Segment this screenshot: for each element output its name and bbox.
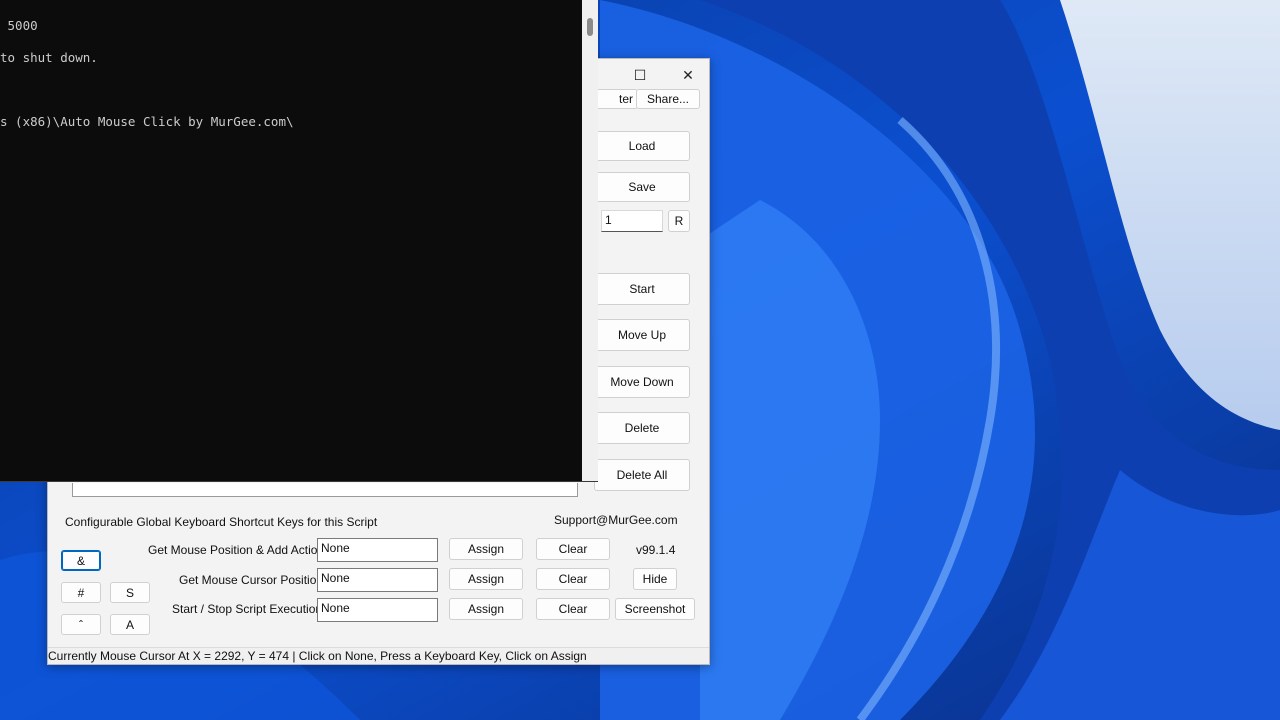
console-line: 5000 bbox=[0, 18, 38, 33]
assign-button[interactable]: Assign bbox=[449, 568, 523, 590]
console-scrollbar-thumb[interactable] bbox=[587, 18, 593, 36]
assign-button[interactable]: Assign bbox=[449, 538, 523, 560]
shortcut-row-label: Start / Stop Script Execution : bbox=[172, 602, 329, 616]
console-window: 5000 to shut down. s (x86)\Auto Mouse Cl… bbox=[0, 0, 598, 482]
s-key-button[interactable]: S bbox=[110, 582, 150, 603]
reset-button[interactable]: R bbox=[668, 210, 690, 232]
shortcut-heading: Configurable Global Keyboard Shortcut Ke… bbox=[65, 515, 378, 529]
support-email-link[interactable]: Support@MurGee.com bbox=[554, 513, 678, 527]
screenshot-button[interactable]: Screenshot bbox=[615, 598, 695, 620]
close-icon[interactable]: ✕ bbox=[676, 67, 700, 85]
delete-all-button[interactable]: Delete All bbox=[594, 459, 690, 491]
actions-list[interactable] bbox=[72, 483, 578, 497]
console-scrollbar[interactable] bbox=[582, 0, 598, 481]
move-up-button[interactable]: Move Up bbox=[594, 319, 690, 351]
console-output: 5000 to shut down. s (x86)\Auto Mouse Cl… bbox=[0, 12, 578, 140]
shortcut-row-input[interactable]: None bbox=[317, 568, 438, 592]
ampersand-key-button[interactable]: & bbox=[61, 550, 101, 571]
status-bar: Currently Mouse Cursor At X = 2292, Y = … bbox=[48, 647, 709, 664]
load-button[interactable]: Load bbox=[594, 131, 690, 161]
shortcut-row-input[interactable]: None bbox=[317, 598, 438, 622]
a-key-button[interactable]: A bbox=[110, 614, 150, 635]
version-label: v99.1.4 bbox=[636, 543, 676, 557]
hash-key-button[interactable]: # bbox=[61, 582, 101, 603]
start-button[interactable]: Start bbox=[594, 273, 690, 305]
clear-button[interactable]: Clear bbox=[536, 598, 610, 620]
delete-button[interactable]: Delete bbox=[594, 412, 690, 444]
clear-button[interactable]: Clear bbox=[536, 538, 610, 560]
shortcut-row-label: Get Mouse Position & Add Action : bbox=[148, 543, 331, 557]
shortcut-row-label: Get Mouse Cursor Position : bbox=[179, 573, 330, 587]
assign-button[interactable]: Assign bbox=[449, 598, 523, 620]
shortcut-row-input[interactable]: None bbox=[317, 538, 438, 562]
caret-key-button[interactable]: ˆ bbox=[61, 614, 101, 635]
filter-button[interactable]: ter bbox=[596, 89, 638, 109]
maximize-icon[interactable]: ☐ bbox=[628, 67, 652, 85]
console-line: s (x86)\Auto Mouse Click by MurGee.com\ bbox=[0, 114, 294, 129]
share-button[interactable]: Share... bbox=[636, 89, 700, 109]
repeat-count-input[interactable]: 1 bbox=[601, 210, 663, 232]
console-line: to shut down. bbox=[0, 50, 98, 65]
move-down-button[interactable]: Move Down bbox=[594, 366, 690, 398]
clear-button[interactable]: Clear bbox=[536, 568, 610, 590]
hide-button[interactable]: Hide bbox=[633, 568, 677, 590]
save-button[interactable]: Save bbox=[594, 172, 690, 202]
